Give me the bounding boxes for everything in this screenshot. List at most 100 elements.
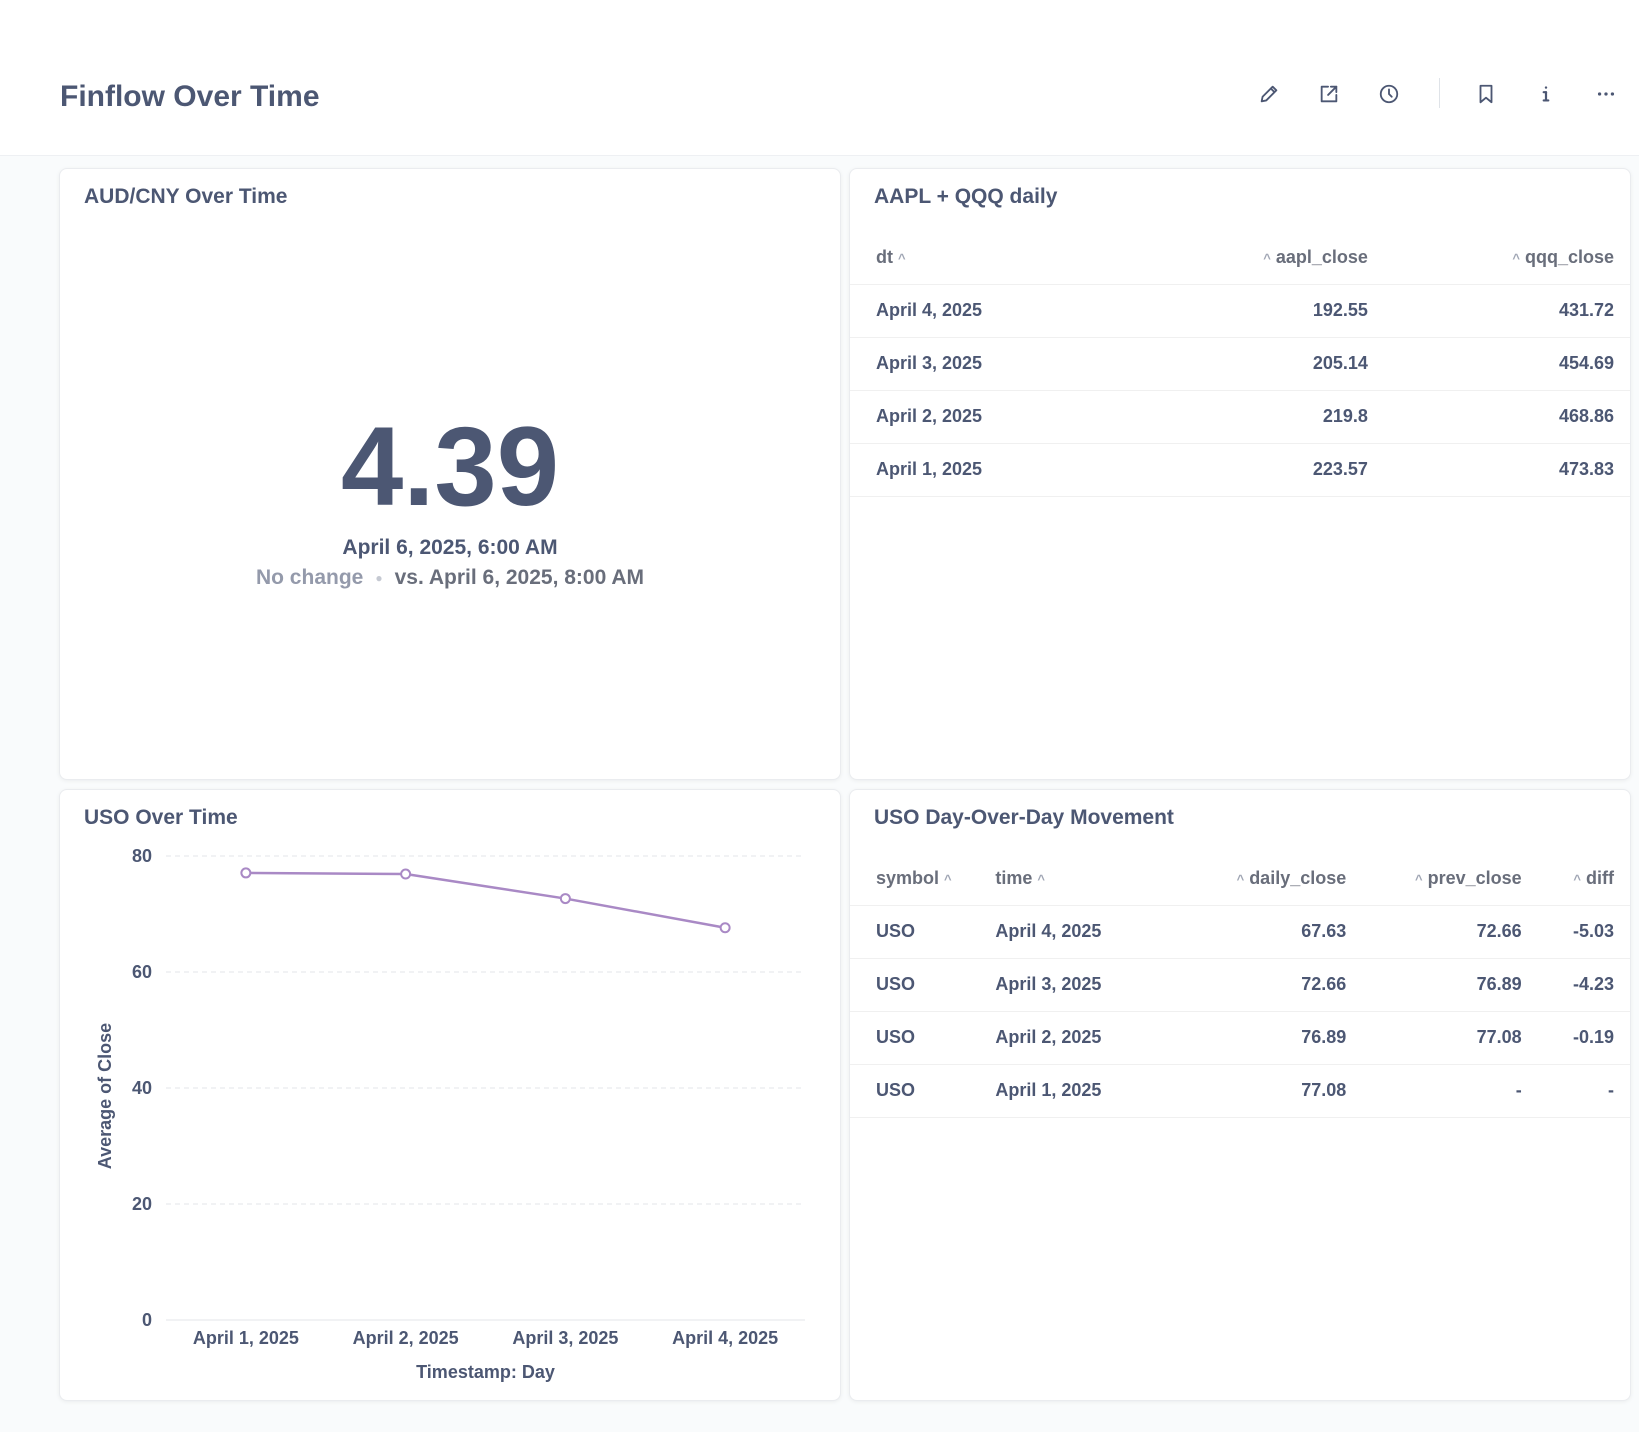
- card-title[interactable]: AUD/CNY Over Time: [84, 185, 287, 209]
- bookmark-button[interactable]: [1468, 76, 1504, 112]
- column-header-symbol[interactable]: symbol ^: [850, 852, 996, 906]
- cell-diff[interactable]: -0.19: [1521, 1011, 1630, 1065]
- cell-dt[interactable]: April 3, 2025: [850, 337, 1104, 391]
- x-axis-title: Timestamp: Day: [416, 1362, 555, 1382]
- sort-asc-icon: ^: [898, 250, 906, 266]
- cell-aapl-close[interactable]: 205.14: [1103, 337, 1368, 391]
- cell-dt[interactable]: April 1, 2025: [850, 443, 1104, 497]
- toolbar-divider: [1439, 78, 1440, 108]
- column-header-daily-close[interactable]: ^ daily_close: [1180, 852, 1347, 906]
- column-header-aapl-close[interactable]: ^ aapl_close: [1103, 231, 1368, 285]
- scalar-card[interactable]: AUD/CNY Over Time 4.39 April 6, 2025, 6:…: [59, 168, 841, 780]
- pencil-icon: [1260, 85, 1278, 103]
- cell-prev-close[interactable]: 72.66: [1346, 905, 1522, 959]
- cell-prev-close[interactable]: -: [1346, 1064, 1522, 1118]
- cell-daily-close[interactable]: 67.63: [1180, 905, 1347, 959]
- more-button[interactable]: [1588, 76, 1624, 112]
- y-tick-label: 40: [132, 1078, 152, 1098]
- x-tick-label: April 3, 2025: [512, 1328, 618, 1348]
- info-icon: [1542, 86, 1550, 102]
- x-tick-label: April 1, 2025: [193, 1328, 299, 1348]
- scalar-comparison: No change ● vs. April 6, 2025, 8:00 AM: [60, 566, 840, 590]
- cell-diff[interactable]: -4.23: [1521, 958, 1630, 1012]
- data-point: [559, 893, 571, 905]
- cell-aapl-close[interactable]: 219.8: [1103, 390, 1368, 444]
- table-row[interactable]: USO April 4, 2025 67.63 72.66 -5.03: [850, 905, 1630, 959]
- x-tick-label: April 2, 2025: [353, 1328, 459, 1348]
- sort-asc-icon: ^: [1573, 871, 1581, 887]
- separator-dot-icon: ●: [375, 571, 383, 586]
- data-point: [719, 922, 731, 934]
- column-header-prev-close[interactable]: ^ prev_close: [1346, 852, 1522, 906]
- cell-daily-close[interactable]: 72.66: [1180, 958, 1347, 1012]
- cell-symbol[interactable]: USO: [850, 1011, 996, 1065]
- column-header-time[interactable]: time ^: [995, 852, 1181, 906]
- uso-line-chart[interactable]: 0 20 40 60 80 April 1, 2025 April 2, 2025 April…: [60, 790, 842, 1402]
- dashboard-header: Finflow Over Time: [0, 0, 1639, 156]
- bookmark-icon: [1479, 84, 1493, 104]
- y-tick-label: 60: [132, 962, 152, 982]
- table-header-row: dt ^ ^ aapl_close ^ qqq_close: [850, 231, 1630, 285]
- history-button[interactable]: [1371, 76, 1407, 112]
- cell-aapl-close[interactable]: 192.55: [1103, 284, 1368, 338]
- table-row[interactable]: USO April 3, 2025 72.66 76.89 -4.23: [850, 958, 1630, 1012]
- sort-asc-icon: ^: [1037, 871, 1045, 887]
- cell-daily-close[interactable]: 77.08: [1180, 1064, 1347, 1118]
- table-row[interactable]: USO April 1, 2025 77.08 - -: [850, 1064, 1630, 1118]
- cell-symbol[interactable]: USO: [850, 1064, 996, 1118]
- uso-movement-card[interactable]: USO Day-Over-Day Movement symbol ^ time …: [849, 789, 1631, 1401]
- sort-asc-icon: ^: [1415, 871, 1423, 887]
- table-row[interactable]: USO April 2, 2025 76.89 77.08 -0.19: [850, 1011, 1630, 1065]
- column-header-diff[interactable]: ^ diff: [1521, 852, 1630, 906]
- cell-prev-close[interactable]: 77.08: [1346, 1011, 1522, 1065]
- scalar-value[interactable]: 4.39: [60, 411, 840, 523]
- column-header-dt[interactable]: dt ^: [850, 231, 1104, 285]
- cell-time[interactable]: April 1, 2025: [995, 1064, 1181, 1118]
- header-toolbar: [0, 76, 1639, 112]
- uso-chart-card[interactable]: USO Over Time 0 20 40 60 80 April 1, 2025 Apri…: [59, 789, 841, 1401]
- cell-time[interactable]: April 2, 2025: [995, 1011, 1181, 1065]
- table-header-row: symbol ^ time ^ ^ daily_close ^ prev_clo…: [850, 852, 1630, 906]
- uso-movement-table: symbol ^ time ^ ^ daily_close ^ prev_clo…: [850, 852, 1630, 1118]
- cell-aapl-close[interactable]: 223.57: [1103, 443, 1368, 497]
- cell-dt[interactable]: April 2, 2025: [850, 390, 1104, 444]
- data-point: [400, 868, 412, 880]
- y-tick-label: 80: [132, 846, 152, 866]
- cell-dt[interactable]: April 4, 2025: [850, 284, 1104, 338]
- sort-asc-icon: ^: [1512, 250, 1520, 266]
- y-axis-title: Average of Close: [95, 1023, 115, 1169]
- cell-symbol[interactable]: USO: [850, 905, 996, 959]
- aapl-qqq-card[interactable]: AAPL + QQQ daily dt ^ ^ aapl_close ^ qqq…: [849, 168, 1631, 780]
- table-row[interactable]: April 2, 2025 219.8 468.86: [850, 390, 1630, 444]
- change-label: No change: [255, 566, 364, 589]
- aapl-qqq-table: dt ^ ^ aapl_close ^ qqq_close April 4, 2…: [850, 231, 1630, 497]
- sort-asc-icon: ^: [1236, 871, 1245, 887]
- cell-prev-close[interactable]: 76.89: [1346, 958, 1522, 1012]
- sort-asc-icon: ^: [944, 871, 952, 887]
- table-row[interactable]: April 1, 2025 223.57 473.83: [850, 443, 1630, 497]
- y-tick-label: 20: [132, 1194, 152, 1214]
- more-icon: [1597, 92, 1615, 96]
- scalar-date: April 6, 2025, 6:00 AM: [342, 536, 558, 559]
- card-title[interactable]: USO Day-Over-Day Movement: [874, 806, 1174, 830]
- cell-daily-close[interactable]: 76.89: [1180, 1011, 1347, 1065]
- column-header-qqq-close[interactable]: ^ qqq_close: [1367, 231, 1630, 285]
- cell-qqq-close[interactable]: 454.69: [1367, 337, 1630, 391]
- cell-diff[interactable]: -5.03: [1521, 905, 1630, 959]
- cell-symbol[interactable]: USO: [850, 958, 996, 1012]
- cell-qqq-close[interactable]: 468.86: [1367, 390, 1630, 444]
- table-row[interactable]: April 3, 2025 205.14 454.69: [850, 337, 1630, 391]
- share-button[interactable]: [1311, 76, 1347, 112]
- sort-asc-icon: ^: [1263, 250, 1271, 266]
- cell-time[interactable]: April 3, 2025: [995, 958, 1181, 1012]
- card-title[interactable]: AAPL + QQQ daily: [874, 185, 1057, 209]
- series-line: [245, 871, 726, 929]
- edit-button[interactable]: [1251, 76, 1287, 112]
- table-row[interactable]: April 4, 2025 192.55 431.72: [850, 284, 1630, 338]
- cell-diff[interactable]: -: [1521, 1064, 1630, 1118]
- cell-time[interactable]: April 4, 2025: [995, 905, 1181, 959]
- info-button[interactable]: [1528, 76, 1564, 112]
- cell-qqq-close[interactable]: 473.83: [1367, 443, 1630, 497]
- x-tick-label: April 4, 2025: [672, 1328, 778, 1348]
- cell-qqq-close[interactable]: 431.72: [1367, 284, 1630, 338]
